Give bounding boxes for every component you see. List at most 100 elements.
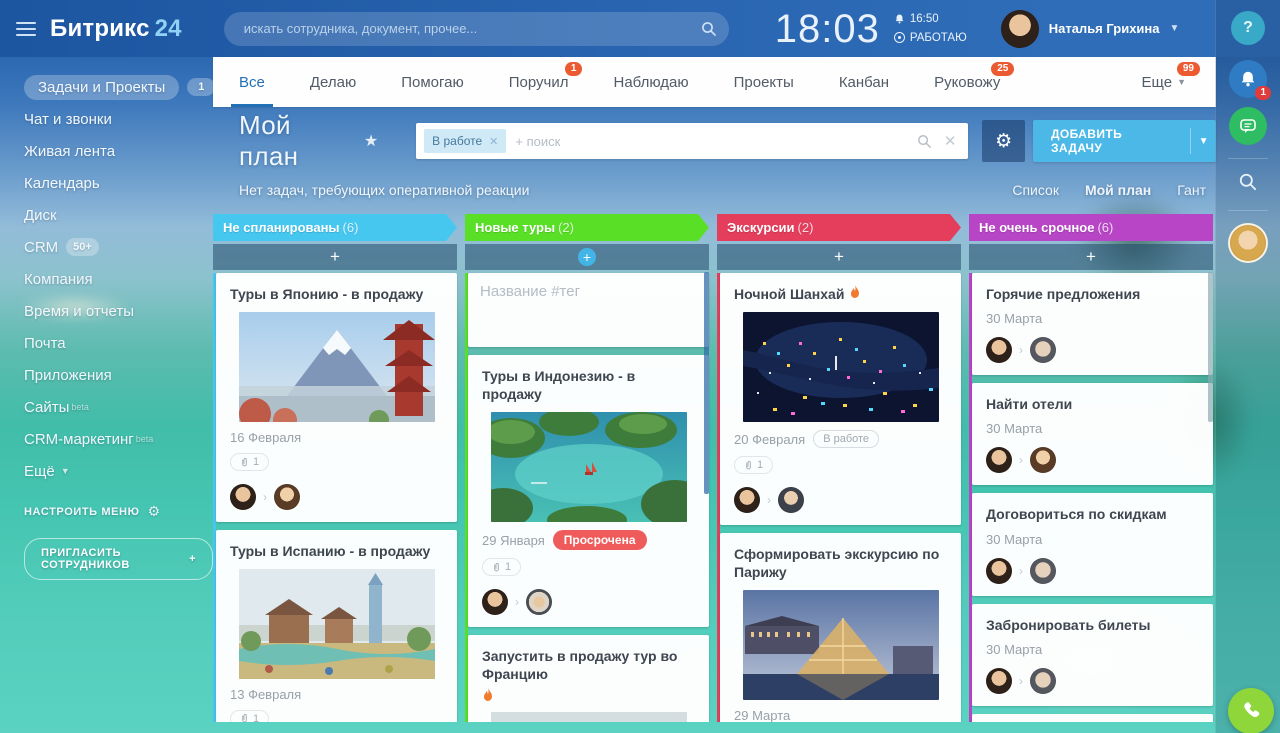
tab-following[interactable]: Наблюдаю	[613, 57, 688, 107]
tab-more[interactable]: Еще▼99	[1142, 57, 1186, 107]
add-task-dropdown[interactable]: ▼	[1191, 136, 1216, 147]
attachment-badge: 1	[734, 456, 773, 474]
avatar[interactable]	[1030, 668, 1056, 694]
work-status-block[interactable]: 16:50 РАБОТАЮ	[894, 10, 967, 47]
task-card[interactable]: Запустить в продажу тур во Францию	[468, 635, 709, 722]
avatar[interactable]	[778, 487, 804, 513]
filter-search-input[interactable]	[506, 133, 916, 150]
sidebar-item-apps[interactable]: Приложения	[24, 359, 213, 391]
view-gantt[interactable]: Гант	[1177, 182, 1206, 198]
avatar[interactable]	[1030, 447, 1056, 473]
search-icon[interactable]	[701, 21, 717, 37]
rail-search-button[interactable]	[1233, 167, 1263, 197]
tab-doing[interactable]: Делаю	[310, 57, 356, 107]
task-card[interactable]: Заказать билеты 28 Февраля ›	[972, 714, 1213, 722]
due-date: 20 Февраля	[734, 432, 805, 447]
avatar[interactable]	[1030, 337, 1056, 363]
main-content: Все Делаю Помогаю Поручил1 Наблюдаю Прое…	[213, 57, 1216, 733]
avatar[interactable]	[986, 558, 1012, 584]
messenger-button[interactable]	[1229, 107, 1267, 145]
sidebar-item-chat[interactable]: Чат и звонки	[24, 103, 213, 135]
bell-icon	[1239, 70, 1257, 88]
avatar[interactable]	[986, 668, 1012, 694]
view-list[interactable]: Список	[1012, 182, 1059, 198]
user-name: Наталья Грихина	[1049, 21, 1160, 36]
add-task-button[interactable]: ДОБАВИТЬ ЗАДАЧУ ▼	[1033, 120, 1216, 162]
tab-projects[interactable]: Проекты	[734, 57, 794, 107]
quick-add-card[interactable]: Название #тег	[468, 273, 709, 347]
avatar[interactable]	[986, 337, 1012, 363]
work-clock[interactable]: 18:03	[775, 9, 880, 49]
sidebar-item-company[interactable]: Компания	[24, 263, 213, 295]
plus-icon: +	[578, 248, 596, 266]
card-title: Ночной Шанхай	[734, 285, 844, 303]
task-card[interactable]: Договориться по скидкам 30 Марта ›	[972, 493, 1213, 595]
global-search[interactable]	[224, 12, 729, 46]
sidebar-item-crm-marketing[interactable]: CRM-маркетингbeta	[24, 423, 213, 455]
avatar[interactable]	[1030, 558, 1056, 584]
add-card-button[interactable]: +	[969, 244, 1213, 270]
tab-helping[interactable]: Помогаю	[401, 57, 464, 107]
add-card-button[interactable]: +	[213, 244, 457, 270]
task-card[interactable]: Найти отели 30 Марта ›	[972, 383, 1213, 485]
task-card[interactable]: Туры в Индонезию - в продажу 29 Января	[468, 355, 709, 627]
fire-icon	[482, 688, 494, 703]
search-icon[interactable]	[917, 134, 932, 149]
work-status-label: РАБОТАЮ	[910, 29, 967, 47]
filter-chip[interactable]: В работе✕	[424, 129, 506, 153]
column-scrollbar[interactable]	[704, 272, 709, 494]
question-mark-icon: ?	[1243, 19, 1253, 37]
task-filter[interactable]: В работе✕ ✕	[416, 123, 968, 159]
sidebar-item-sites[interactable]: Сайтыbeta	[24, 391, 213, 423]
sidebar-item-calendar[interactable]: Календарь	[24, 167, 213, 199]
task-card[interactable]: Горячие предложения 30 Марта ›	[972, 273, 1213, 375]
add-card-button[interactable]: +	[717, 244, 961, 270]
avatar[interactable]	[526, 589, 552, 615]
task-card[interactable]: Ночной Шанхай 20 ФевраляВ работе 1 ›	[720, 273, 961, 525]
configure-menu-button[interactable]: НАСТРОИТЬ МЕНЮ⚙	[24, 503, 213, 520]
avatar[interactable]	[986, 447, 1012, 473]
global-search-input[interactable]	[242, 20, 701, 37]
task-card[interactable]: Туры в Японию - в продажу	[216, 273, 457, 522]
column-header[interactable]: Не спланированы(6)	[213, 214, 457, 241]
sidebar-item-disk[interactable]: Диск	[24, 199, 213, 231]
column-header[interactable]: Новые туры(2)	[465, 214, 709, 241]
avatar[interactable]	[482, 589, 508, 615]
tab-kanban[interactable]: Канбан	[839, 57, 889, 107]
sidebar-item-crm[interactable]: CRM50+	[24, 231, 213, 263]
remove-chip-icon[interactable]: ✕	[489, 135, 498, 148]
avatar[interactable]	[734, 487, 760, 513]
favorite-star-icon[interactable]: ★	[364, 131, 378, 151]
task-card[interactable]: Сформировать экскурсию по Парижу 29 Март…	[720, 533, 961, 722]
invite-employees-button[interactable]: ПРИГЛАСИТЬ СОТРУДНИКОВ+	[24, 538, 213, 580]
avatar[interactable]	[230, 484, 256, 510]
sidebar-item-mail[interactable]: Почта	[24, 327, 213, 359]
notifications-button[interactable]: 1	[1229, 60, 1267, 98]
column-scrollbar[interactable]	[1208, 272, 1213, 422]
hamburger-menu-icon[interactable]	[16, 22, 36, 36]
avatar[interactable]	[274, 484, 300, 510]
column-header[interactable]: Не очень срочное(6)	[969, 214, 1213, 241]
rail-avatar[interactable]	[1228, 223, 1268, 263]
sidebar-item-tasks[interactable]: Задачи и Проекты1	[24, 71, 213, 103]
board-settings-button[interactable]: ⚙	[982, 120, 1025, 162]
tab-delegated[interactable]: Поручил1	[509, 57, 569, 107]
add-card-button[interactable]: +	[465, 244, 709, 270]
task-card[interactable]: Туры в Испанию - в продажу 13 Февраля	[216, 530, 457, 722]
user-menu[interactable]: Наталья Грихина ▼	[1001, 10, 1180, 48]
tab-all[interactable]: Все	[239, 57, 265, 107]
callback-phone-button[interactable]	[1228, 688, 1274, 733]
column-header[interactable]: Экскурсии(2)	[717, 214, 961, 241]
view-my-plan[interactable]: Мой план	[1085, 182, 1151, 198]
task-card[interactable]: Забронировать билеты 30 Марта ›	[972, 604, 1213, 706]
tab-supervising[interactable]: Руковожу25	[934, 57, 1000, 107]
sidebar-item-time-reports[interactable]: Время и отчеты	[24, 295, 213, 327]
avatar[interactable]	[1001, 10, 1039, 48]
clear-filter-icon[interactable]: ✕	[944, 132, 957, 150]
sidebar-item-more[interactable]: Ещё▼	[24, 455, 213, 487]
app-logo[interactable]: Битрикс24	[50, 15, 182, 43]
help-button[interactable]: ?	[1231, 11, 1265, 45]
status-message: Нет задач, требующих оперативной реакции	[239, 182, 529, 198]
alarm-bell-icon	[894, 13, 905, 25]
sidebar-item-feed[interactable]: Живая лента	[24, 135, 213, 167]
